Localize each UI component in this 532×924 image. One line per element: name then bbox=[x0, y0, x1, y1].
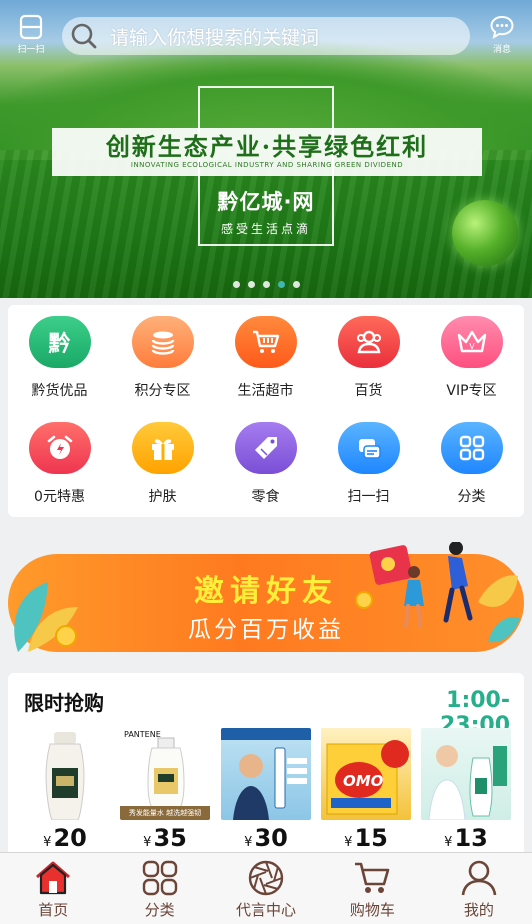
shampoo-ad-image bbox=[421, 728, 511, 820]
scan-icon bbox=[19, 14, 43, 40]
banner-slogan: 创新生态产业·共享绿色红利 bbox=[105, 132, 429, 161]
carousel-indicator bbox=[0, 281, 532, 288]
nav-home[interactable]: 首页 bbox=[0, 853, 106, 924]
carousel-dot-active[interactable] bbox=[277, 281, 285, 288]
carousel-dot[interactable] bbox=[262, 281, 270, 288]
category-qian-goods[interactable]: 黔 黔货优品 bbox=[8, 316, 111, 400]
product-card[interactable]: ¥20 bbox=[20, 728, 110, 852]
nav-label: 代言中心 bbox=[236, 901, 297, 919]
nav-endorsement-center[interactable]: 代言中心 bbox=[213, 853, 319, 924]
scan-card-icon bbox=[337, 422, 400, 474]
currency-symbol: ¥ bbox=[244, 835, 253, 850]
category-scan[interactable]: 扫一扫 bbox=[317, 422, 420, 506]
banner-slogan-english: INNOVATING ECOLOGICAL INDUSTRY AND SHARI… bbox=[130, 161, 404, 169]
bottom-navigation: 首页 分类 代言中心 购物车 我的 bbox=[0, 852, 532, 924]
category-label: 零食 bbox=[251, 489, 280, 505]
svg-text:V: V bbox=[469, 342, 475, 351]
price-value: 13 bbox=[454, 824, 488, 852]
category-label: 黔货优品 bbox=[31, 383, 88, 399]
nav-label: 购物车 bbox=[349, 901, 395, 919]
shampoo-bottle-image bbox=[20, 728, 110, 820]
product-brand-text: OMO bbox=[343, 772, 384, 790]
user-icon bbox=[461, 860, 497, 896]
nav-label: 首页 bbox=[38, 901, 69, 919]
shopping-cart-icon bbox=[234, 316, 297, 368]
tag-icon bbox=[234, 422, 297, 474]
qian-badge-icon: 黔 bbox=[28, 316, 91, 368]
toothpaste-ad-image bbox=[221, 728, 311, 820]
category-snacks[interactable]: 零食 bbox=[214, 422, 317, 506]
nav-category[interactable]: 分类 bbox=[106, 853, 212, 924]
nav-cart[interactable]: 购物车 bbox=[319, 853, 425, 924]
invite-title: 邀请好友 bbox=[194, 574, 338, 609]
chat-bubble-icon bbox=[490, 15, 514, 39]
users-icon bbox=[337, 316, 400, 368]
search-input[interactable]: 请输入你想搜索的关键词 bbox=[110, 23, 319, 50]
category-label: 护肤 bbox=[148, 489, 177, 505]
product-card[interactable]: ¥30 bbox=[221, 728, 311, 852]
banner-slogan-strip: 创新生态产业·共享绿色红利 INNOVATING ECOLOGICAL INDU… bbox=[52, 128, 482, 176]
category-skincare[interactable]: 护肤 bbox=[111, 422, 214, 506]
category-label: 生活超市 bbox=[237, 383, 294, 399]
category-label: 扫一扫 bbox=[347, 489, 390, 505]
category-label: 0元特惠 bbox=[34, 489, 85, 505]
currency-symbol: ¥ bbox=[143, 835, 152, 850]
cart-icon bbox=[355, 862, 390, 893]
crown-icon: V bbox=[440, 316, 503, 368]
currency-symbol: ¥ bbox=[43, 835, 52, 850]
message-button[interactable]: 消息 bbox=[484, 14, 520, 58]
product-price: ¥20 bbox=[43, 824, 87, 852]
product-card[interactable]: OMO ¥15 bbox=[321, 728, 411, 852]
category-label: 百货 bbox=[354, 383, 383, 399]
nav-label: 我的 bbox=[463, 901, 494, 919]
globe-icon bbox=[452, 200, 518, 266]
omo-box-image: OMO bbox=[321, 728, 411, 820]
category-label: 积分专区 bbox=[134, 383, 191, 399]
category-points[interactable]: 积分专区 bbox=[111, 316, 214, 400]
banner-tagline: 感受生活点滴 bbox=[220, 222, 311, 236]
price-value: 30 bbox=[254, 824, 288, 852]
product-card[interactable]: PANTENE 秀发能量水 越洗越强韧 ¥35 bbox=[120, 728, 210, 852]
product-price: ¥30 bbox=[244, 824, 288, 852]
flash-sale-title: 限时抢购 bbox=[24, 691, 104, 715]
product-price: ¥13 bbox=[444, 824, 488, 852]
banner-brand-name: 黔亿城·网 bbox=[217, 190, 315, 214]
price-value: 20 bbox=[53, 824, 87, 852]
price-value: 35 bbox=[153, 824, 187, 852]
aperture-icon bbox=[248, 860, 284, 896]
product-promo-text: 秀发能量水 越洗越强韧 bbox=[120, 806, 210, 820]
qian-glyph: 黔 bbox=[48, 332, 71, 357]
category-vip[interactable]: V VIP专区 bbox=[420, 316, 523, 400]
currency-symbol: ¥ bbox=[344, 835, 353, 850]
carousel-dot[interactable] bbox=[232, 281, 240, 288]
pantene-bottle-image: PANTENE 秀发能量水 越洗越强韧 bbox=[120, 728, 210, 820]
home-icon bbox=[36, 861, 71, 895]
price-value: 15 bbox=[354, 824, 388, 852]
carousel-dot[interactable] bbox=[247, 281, 255, 288]
alarm-clock-icon bbox=[28, 422, 91, 474]
nav-label: 分类 bbox=[144, 901, 175, 919]
category-all[interactable]: 分类 bbox=[420, 422, 523, 506]
scan-label: 扫一扫 bbox=[17, 45, 45, 55]
search-bar[interactable]: 请输入你想搜索的关键词 bbox=[62, 17, 470, 55]
coin-stack-icon bbox=[131, 316, 194, 368]
category-department-store[interactable]: 百货 bbox=[317, 316, 420, 400]
grid-icon bbox=[142, 860, 177, 896]
category-supermarket[interactable]: 生活超市 bbox=[214, 316, 317, 400]
scan-button[interactable]: 扫一扫 bbox=[12, 14, 50, 58]
category-label: 分类 bbox=[457, 489, 486, 505]
product-card[interactable]: ¥13 bbox=[421, 728, 511, 852]
currency-symbol: ¥ bbox=[444, 835, 453, 850]
nav-profile[interactable]: 我的 bbox=[426, 853, 532, 924]
grid-icon bbox=[440, 422, 503, 474]
category-zero-yuan[interactable]: 0元特惠 bbox=[8, 422, 111, 506]
carousel-dot[interactable] bbox=[292, 281, 300, 288]
invite-subtitle: 瓜分百万收益 bbox=[188, 617, 344, 643]
gift-icon bbox=[131, 422, 194, 474]
product-price: ¥15 bbox=[344, 824, 388, 852]
category-label: VIP专区 bbox=[446, 383, 497, 399]
search-icon bbox=[71, 23, 97, 49]
message-label: 消息 bbox=[492, 45, 511, 55]
product-price: ¥35 bbox=[143, 824, 187, 852]
